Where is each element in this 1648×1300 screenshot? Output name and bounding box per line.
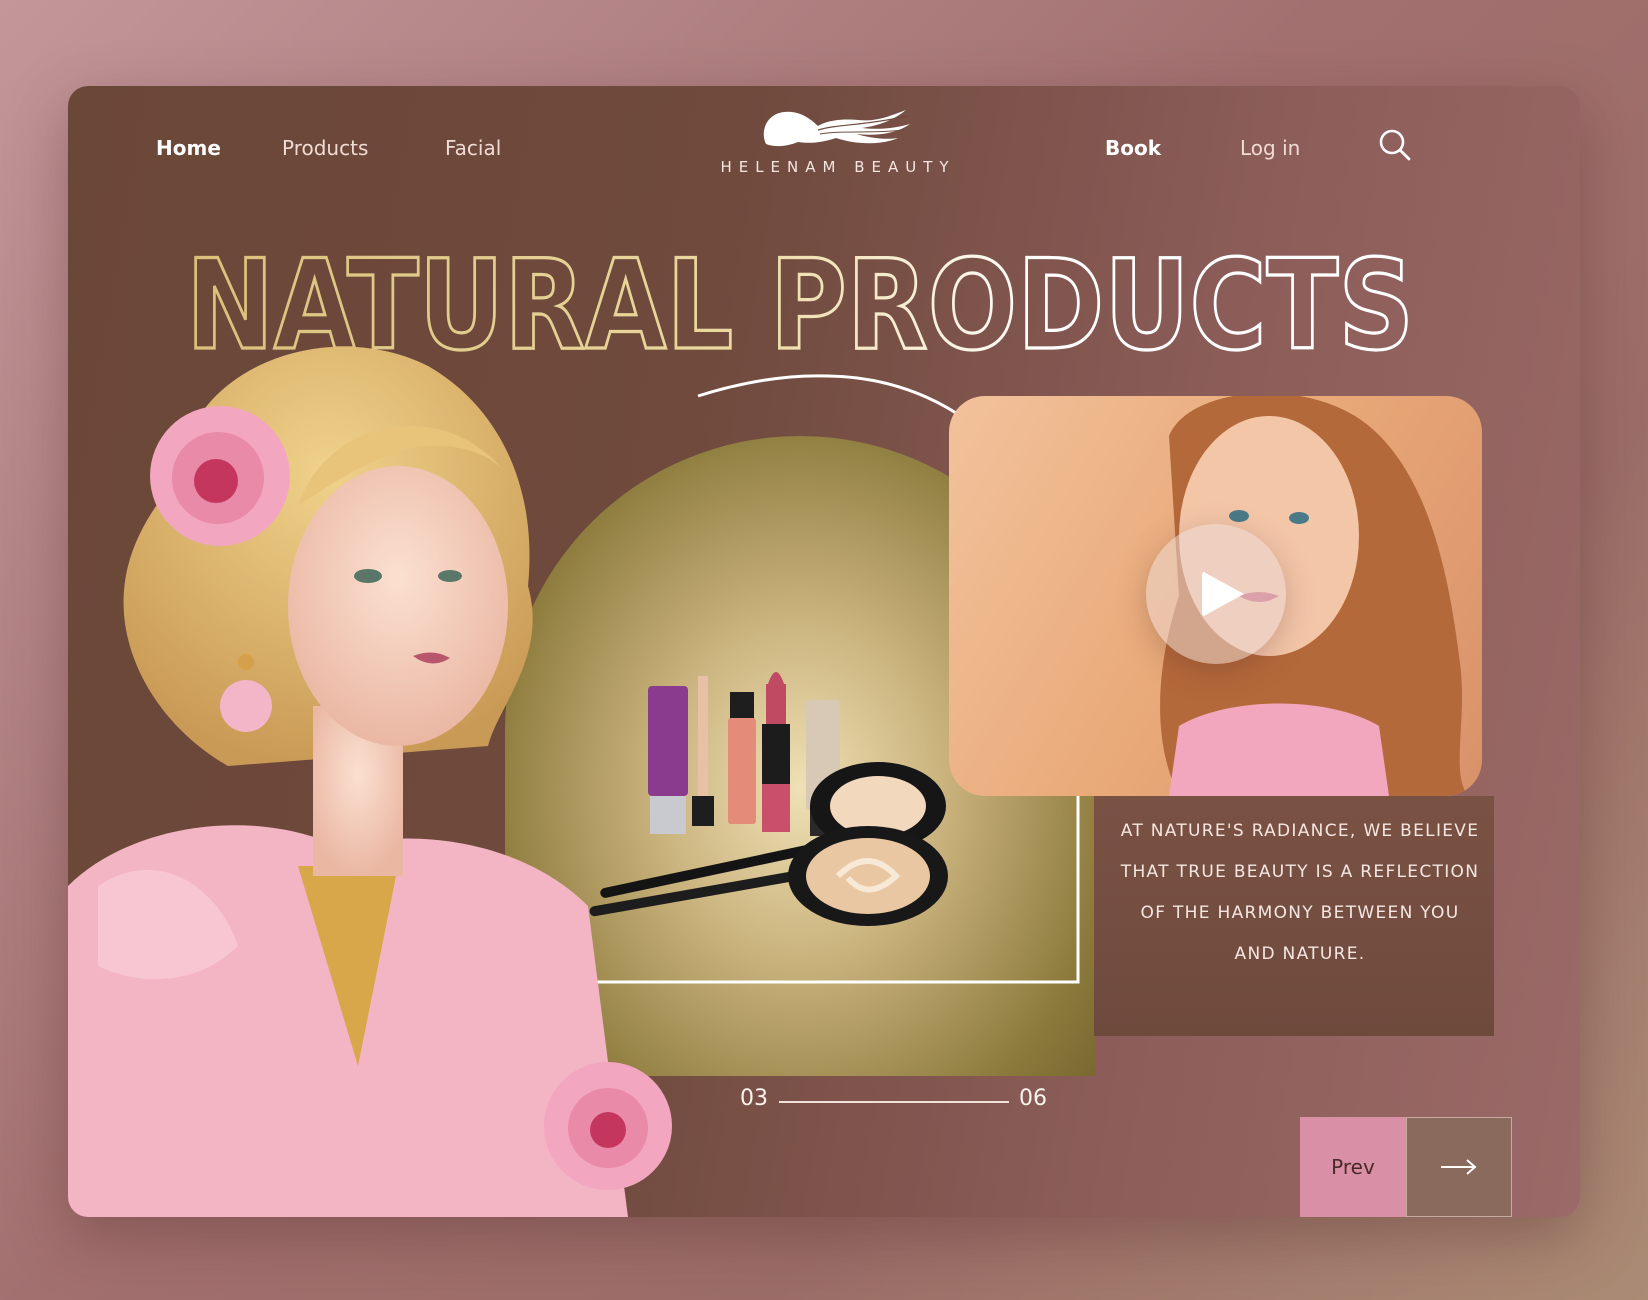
prev-button[interactable]: Prev [1300,1117,1406,1217]
slide-progress-line [779,1101,1009,1103]
hero-card: Home Products Facial HELENAM BEAUTY Book… [68,86,1580,1217]
nav-login[interactable]: Log in [1240,136,1300,160]
model-illustration [68,346,672,1217]
hero-blurb: AT NATURE'S RADIANCE, WE BELIEVE THAT TR… [1120,821,1480,964]
nav-home[interactable]: Home [156,136,221,160]
hair-silhouette-logo [763,110,910,147]
search-icon[interactable] [1378,128,1412,162]
play-button[interactable] [1146,524,1286,664]
brand-name: HELENAM BEAUTY [720,158,956,176]
prev-label: Prev [1331,1155,1375,1179]
play-icon [1202,571,1244,617]
nav-products[interactable]: Products [282,136,368,160]
next-button[interactable] [1406,1117,1512,1217]
brand-logo[interactable]: HELENAM BEAUTY [708,104,968,184]
arrow-right-icon [1441,1159,1477,1175]
slide-total: 06 [1019,1086,1047,1111]
nav-book[interactable]: Book [1105,136,1161,160]
nav-facial[interactable]: Facial [445,136,501,160]
slide-current: 03 [740,1086,768,1111]
